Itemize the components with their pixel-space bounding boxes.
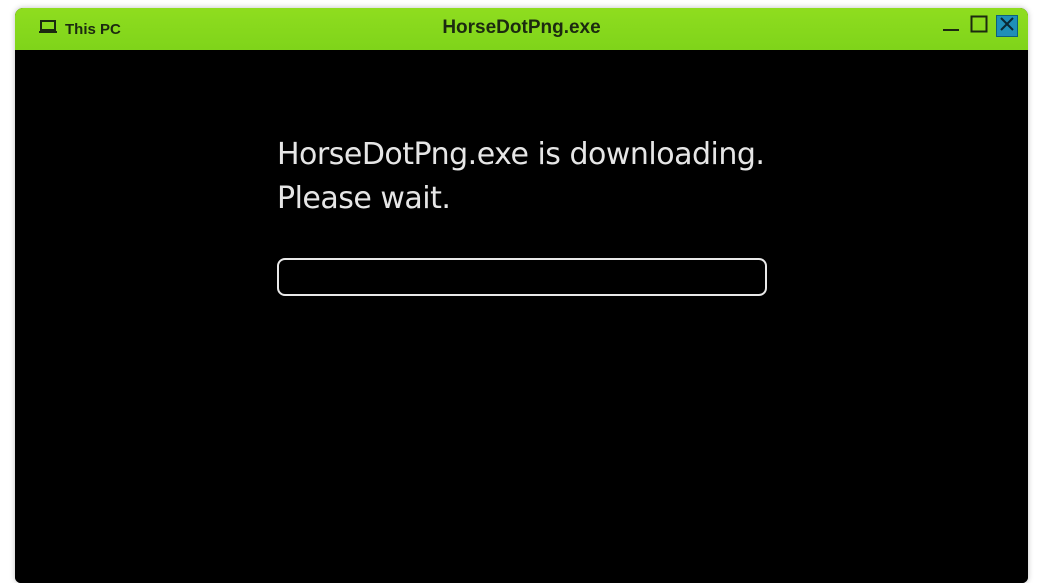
location-label: This PC [65,20,121,38]
download-message: HorseDotPng.exe is downloading. Please w… [277,133,797,221]
maximize-button[interactable] [968,15,990,37]
progress-bar [277,258,767,296]
close-button[interactable] [996,15,1018,37]
minimize-button[interactable] [940,15,962,37]
maximize-icon [970,15,988,38]
minimize-icon [942,15,960,38]
laptop-icon [38,19,58,40]
window-title: HorseDotPng.exe [442,17,601,38]
location-button[interactable]: This PC [38,19,121,39]
message-line-2: Please wait. [277,181,451,216]
app-window: This PC HorseDotPng.exe HorseDotPng.exe … [15,8,1028,583]
close-icon [999,16,1015,37]
window-controls [940,15,1018,37]
window-content: HorseDotPng.exe is downloading. Please w… [15,50,1028,583]
title-bar[interactable]: This PC HorseDotPng.exe [15,8,1028,50]
message-line-1: HorseDotPng.exe is downloading. [277,137,765,172]
